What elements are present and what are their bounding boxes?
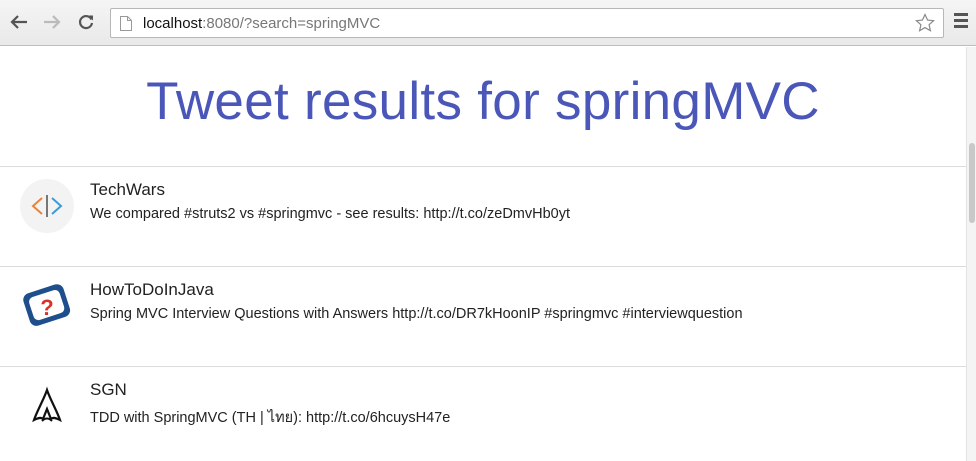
bookmark-star-icon[interactable] [915,13,935,33]
tweet-item: ? HowToDoInJava Spring MVC Interview Que… [0,266,966,366]
url-path: :8080/?search=springMVC [202,14,381,32]
url-text[interactable]: localhost:8080/?search=springMVC [143,15,380,32]
tweet-text: We compared #struts2 vs #springmvc - see… [90,206,571,222]
tweet-text: Spring MVC Interview Questions with Answ… [90,306,743,322]
reload-button[interactable] [75,11,97,33]
tweet-author[interactable]: TechWars [90,180,165,200]
forward-button[interactable] [41,11,63,33]
page-content: Tweet results for springMVC TechWars We … [0,47,966,461]
assassin-logo-icon [32,386,62,423]
tweet-item: TechWars We compared #struts2 vs #spring… [0,166,966,266]
hamburger-line [954,25,968,28]
svg-text:?: ? [40,295,53,320]
menu-button[interactable] [951,13,971,31]
tweet-author[interactable]: HowToDoInJava [90,280,214,300]
tweet-author[interactable]: SGN [90,380,127,400]
browser-toolbar: localhost:8080/?search=springMVC [0,0,976,46]
reload-icon [78,15,94,30]
url-host: localhost [143,14,203,32]
address-bar[interactable]: localhost:8080/?search=springMVC [110,8,944,38]
page-title: Tweet results for springMVC [146,72,820,131]
scrollbar[interactable] [966,47,976,461]
back-button[interactable] [8,11,30,33]
page-icon [120,15,132,31]
code-brackets-icon [20,179,74,233]
arrow-right-icon [44,15,61,29]
scrollbar-thumb[interactable] [969,143,975,223]
hamburger-icon [954,13,968,16]
question-mark-icon: ? [23,284,71,326]
tweet-text: TDD with SpringMVC (TH | ไทย): http://t.… [90,410,451,426]
arrow-left-icon [10,15,27,29]
tweet-item: SGN TDD with SpringMVC (TH | ไทย): http:… [0,366,966,461]
hamburger-line [954,19,968,22]
